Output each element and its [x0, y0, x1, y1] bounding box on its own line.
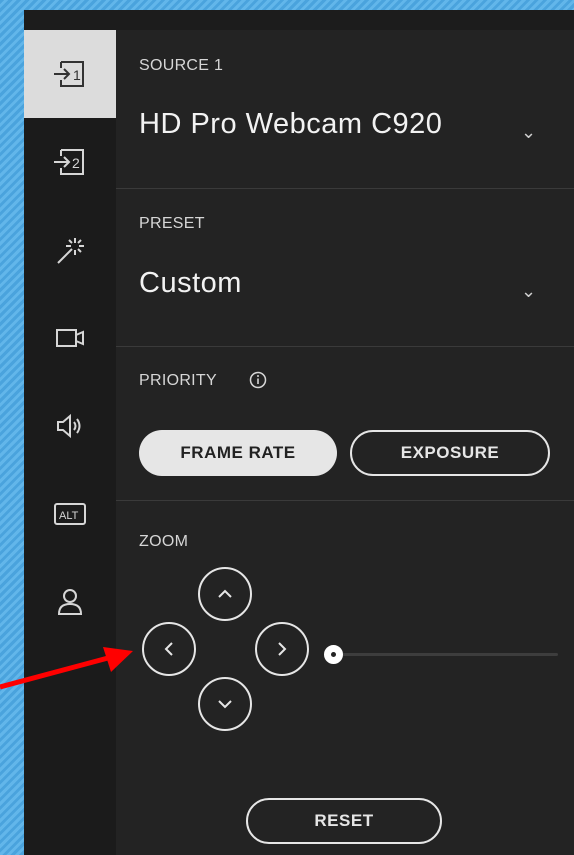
zoom-slider-track[interactable] — [334, 653, 558, 656]
zoom-label: ZOOM — [139, 533, 189, 550]
speaker-icon — [57, 413, 81, 439]
divider — [116, 188, 574, 189]
camera-icon — [56, 329, 84, 347]
app-window: 1 2 ALT SOURCE 1 HD Pro Webcam C920 ⌄ PR… — [24, 10, 574, 855]
source-select[interactable]: HD Pro Webcam C920 — [139, 108, 442, 141]
preset-label: PRESET — [139, 215, 205, 232]
zoom-left-button[interactable] — [142, 622, 196, 676]
zoom-up-button[interactable] — [198, 567, 252, 621]
sidebar-item-camera[interactable] — [24, 294, 116, 382]
alt-icon-text: ALT — [59, 510, 79, 522]
annotation-arrow — [0, 647, 133, 690]
settings-panel: SOURCE 1 HD Pro Webcam C920 ⌄ PRESET Cus… — [116, 30, 574, 855]
sidebar-item-source-2[interactable]: 2 — [24, 118, 116, 206]
sidebar-item-effects[interactable] — [24, 206, 116, 294]
info-icon[interactable] — [248, 370, 268, 390]
source-1-number: 1 — [73, 67, 81, 83]
source-2-icon: 2 — [54, 149, 84, 175]
chevron-down-icon[interactable]: ⌄ — [521, 122, 536, 143]
zoom-right-button[interactable] — [255, 622, 309, 676]
source-2-number: 2 — [72, 155, 80, 171]
chevron-right-icon — [278, 642, 287, 656]
source-1-icon: 1 — [54, 61, 84, 87]
sidebar-item-audio[interactable] — [24, 382, 116, 470]
exposure-button[interactable]: EXPOSURE — [350, 430, 550, 476]
chevron-left-icon — [164, 642, 173, 656]
divider — [116, 346, 574, 347]
preset-select[interactable]: Custom — [139, 267, 242, 300]
sidebar-item-source-1[interactable]: 1 — [24, 30, 116, 118]
magic-wand-icon — [57, 238, 84, 264]
zoom-slider-thumb[interactable] — [324, 645, 343, 664]
chevron-down-icon — [218, 700, 232, 709]
chevron-up-icon — [218, 589, 232, 598]
sidebar: 1 2 ALT — [24, 30, 116, 855]
frame-rate-button[interactable]: FRAME RATE — [139, 430, 337, 476]
alt-icon: ALT — [54, 503, 86, 525]
user-icon — [57, 589, 83, 615]
divider — [116, 500, 574, 501]
source-label: SOURCE 1 — [139, 57, 224, 74]
sidebar-item-alt[interactable]: ALT — [24, 470, 116, 558]
reset-button[interactable]: RESET — [246, 798, 442, 844]
title-bar — [24, 10, 574, 30]
priority-label: PRIORITY — [139, 372, 217, 389]
chevron-down-icon[interactable]: ⌄ — [521, 281, 536, 302]
zoom-down-button[interactable] — [198, 677, 252, 731]
